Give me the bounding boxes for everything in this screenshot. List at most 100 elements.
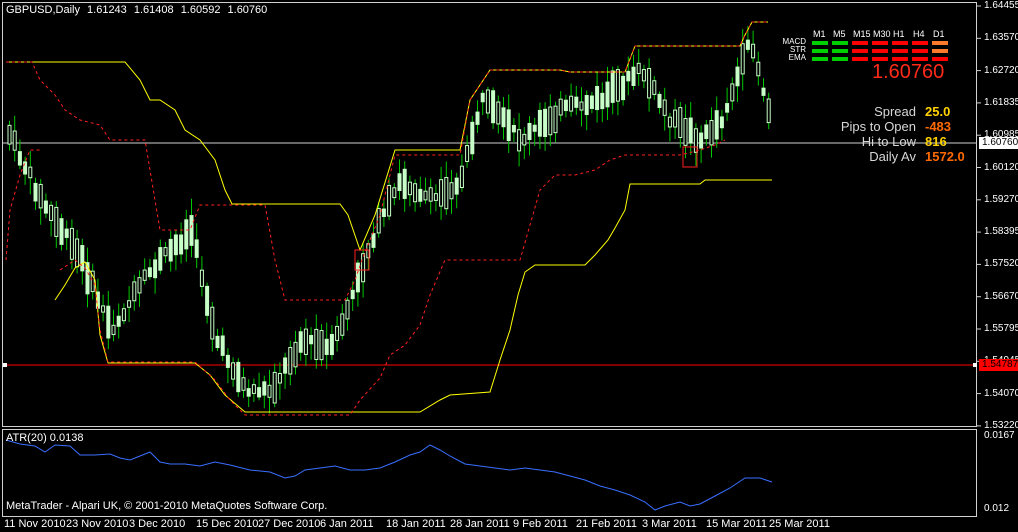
signal-cell (832, 49, 848, 53)
candle-body (480, 92, 485, 103)
candle-body (563, 99, 568, 112)
candle-body (194, 239, 199, 258)
candle-body (511, 125, 516, 133)
candle-body (647, 67, 652, 99)
chart-title: GBPUSD,Daily 1.61243 1.61408 1.60592 1.6… (6, 4, 271, 16)
candle-body (548, 106, 553, 136)
time-axis-label: 21 Feb 2011 (576, 518, 637, 530)
candle-body (574, 96, 579, 108)
candle-body (288, 346, 293, 375)
candle-body (756, 61, 761, 77)
signal-cell (852, 41, 868, 45)
candle-body (662, 99, 667, 116)
candle-body (449, 182, 454, 200)
signal-cell (892, 49, 908, 53)
candle-body (210, 306, 215, 340)
candle-body (459, 165, 464, 189)
candle-body (745, 39, 750, 50)
indicator-row-label: EMA (788, 53, 806, 62)
signal-cell (932, 49, 948, 53)
timeframe-label: M5 (833, 29, 846, 39)
atr-title: ATR(20) 0.0138 (6, 432, 84, 444)
signal-cell (852, 57, 868, 61)
stop-line (59, 139, 726, 416)
candle-body (413, 183, 418, 203)
candle-body (231, 362, 236, 380)
candle-body (345, 299, 350, 320)
horizontal-line-handle-right (973, 363, 977, 367)
signal-cell (832, 41, 848, 45)
candle-body (652, 80, 657, 95)
signal-cell (812, 49, 828, 53)
candle-body (553, 105, 558, 134)
candle-body (719, 116, 724, 129)
info-value: 816 (925, 134, 947, 149)
candle-body (615, 69, 620, 102)
price-axis-label: 1.63570 (984, 32, 1018, 44)
signal-cell (912, 41, 928, 45)
horizontal-line-price-tag[interactable]: 1.54787 (979, 359, 1018, 371)
candle-body (641, 69, 646, 82)
price-axis-label: 1.59270 (984, 193, 1018, 205)
price-axis-label: 1.56670 (984, 290, 1018, 302)
candle-body (12, 130, 17, 151)
candle-body (257, 387, 262, 398)
candle-body (740, 43, 745, 75)
candle-body (475, 111, 480, 125)
candle-body (688, 117, 693, 144)
candle-body (324, 338, 329, 355)
candle-body (137, 277, 142, 294)
candle-body (517, 129, 522, 152)
candle-body (59, 218, 64, 245)
price-chart-canvas (3, 5, 981, 511)
candle-body (439, 179, 444, 207)
signal-cell (872, 49, 888, 53)
candle-body (101, 305, 106, 313)
candle-body (163, 247, 168, 257)
big-price-display: 1.60760 (872, 61, 945, 83)
candle-body (532, 124, 537, 132)
candle-body (17, 151, 22, 166)
candle-body (153, 259, 158, 279)
candle-body (589, 95, 594, 109)
candle-body (428, 187, 433, 202)
candle-body (33, 182, 38, 202)
candle-body (579, 101, 584, 111)
candle-body (309, 334, 314, 345)
candle-body (506, 109, 511, 142)
candle-body (470, 121, 475, 155)
candle-body (673, 109, 678, 128)
price-axis-label: 1.61835 (984, 96, 1018, 108)
stop-line (5, 149, 40, 261)
candle-body (433, 193, 438, 201)
signal-cell (892, 41, 908, 45)
candle-body (751, 43, 756, 59)
candle-body (397, 173, 402, 191)
time-axis-label: 9 Feb 2011 (513, 518, 568, 530)
high-value: 1.61408 (133, 4, 174, 16)
candle-body (298, 331, 303, 353)
signal-cell (812, 41, 828, 45)
candle-body (225, 354, 230, 368)
horizontal-line-handle-left (3, 363, 7, 367)
time-axis-label: 27 Dec 2010 (258, 518, 321, 530)
candle-body (267, 384, 272, 398)
candle-body (569, 95, 574, 112)
candle-body (735, 66, 740, 87)
candle-body (132, 281, 137, 302)
candle-body (142, 269, 147, 281)
candle-body (595, 86, 600, 111)
time-axis-label: 6 Jan 2011 (320, 518, 374, 530)
candle-body (75, 238, 80, 268)
candle-body (272, 371, 277, 404)
candle-body (537, 109, 542, 137)
close-value: 1.60760 (227, 4, 268, 16)
timeframe-label: H1 (893, 29, 905, 39)
candle-body (220, 335, 225, 356)
candle-body (168, 238, 173, 262)
timeframe-label: M15 (853, 29, 871, 39)
candle-body (147, 267, 152, 278)
candle-body (116, 315, 121, 327)
candle-body (64, 228, 69, 238)
time-axis-label: 15 Mar 2011 (706, 518, 767, 530)
